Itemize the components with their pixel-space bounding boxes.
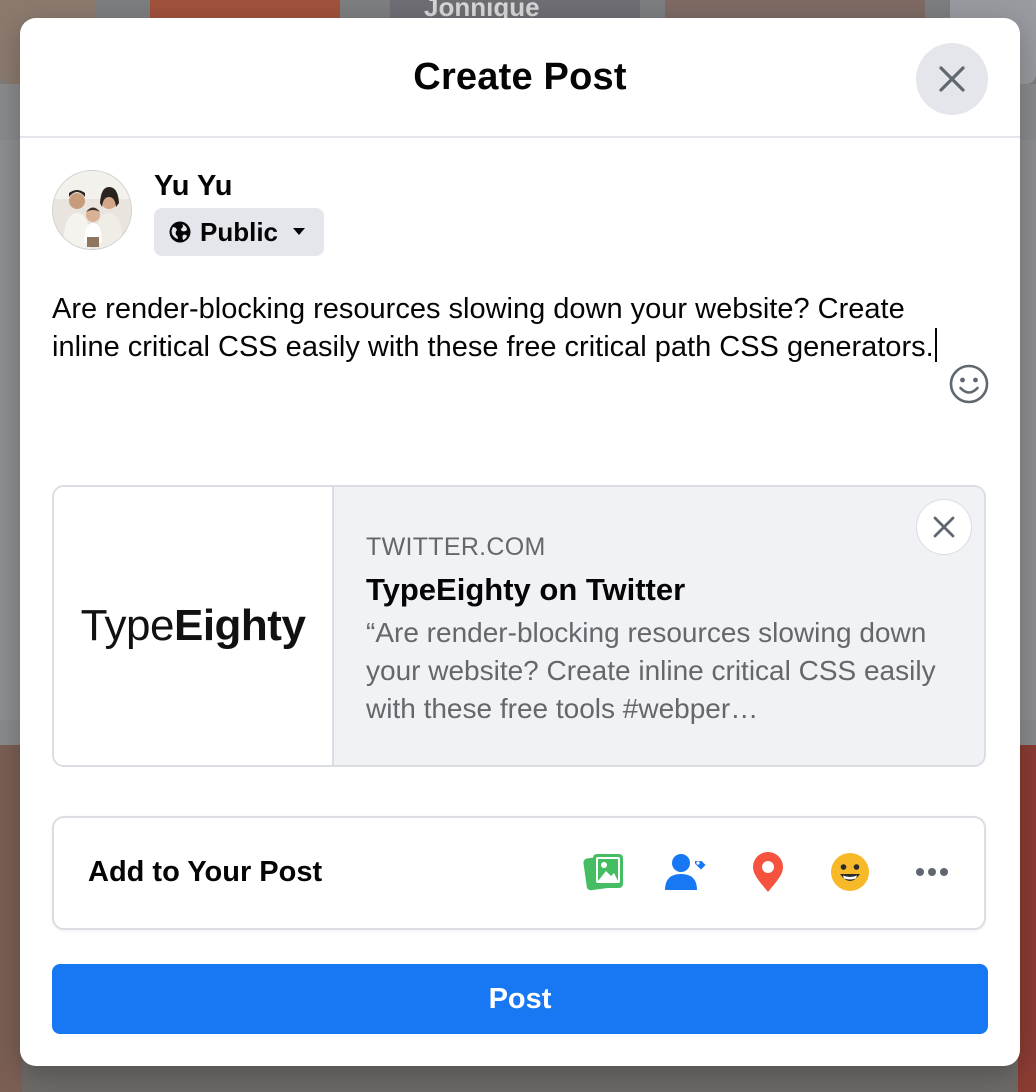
close-icon — [939, 66, 965, 92]
typeeighty-logo: TypeEighty — [81, 601, 306, 651]
link-preview-title: TypeEighty on Twitter — [366, 572, 686, 607]
author-name[interactable]: Yu Yu — [154, 170, 232, 203]
dialog-title: Create Post — [413, 56, 627, 98]
link-preview-description: “Are render-blocking resources slowing d… — [366, 617, 936, 724]
logo-text-light: Type — [80, 601, 175, 650]
text-cursor — [934, 328, 937, 362]
background-feed-right — [1018, 745, 1036, 1092]
audience-label: Public — [200, 216, 279, 247]
avatar[interactable] — [52, 170, 132, 250]
link-preview-body: TWITTER.COM TypeEighty on Twitter “Are r… — [334, 487, 984, 765]
avatar-photo — [53, 171, 131, 249]
check-in-icon — [753, 852, 783, 892]
remove-preview-button[interactable] — [916, 499, 972, 555]
close-icon — [933, 516, 955, 538]
add-to-post-bar: Add to Your Post — [52, 816, 986, 930]
feeling-icon — [831, 853, 869, 891]
emoji-picker-button[interactable] — [948, 363, 990, 405]
globe-icon — [169, 221, 191, 243]
link-preview-domain: TWITTER.COM — [366, 533, 546, 561]
create-post-dialog: Create Post Yu Yu Public Are render-bloc… — [20, 18, 1020, 1066]
smiley-icon — [949, 364, 989, 404]
background-right-column — [1018, 140, 1036, 720]
add-to-post-label: Add to Your Post — [88, 856, 323, 888]
add-to-post-icons — [582, 850, 954, 894]
post-button[interactable]: Post — [52, 964, 988, 1034]
link-preview-thumbnail: TypeEighty — [54, 487, 334, 765]
dialog-header: Create Post — [20, 18, 1020, 138]
tag-people-button[interactable] — [664, 850, 708, 894]
background-left-column — [0, 140, 22, 720]
tag-people-icon — [665, 854, 708, 890]
background-feed-left — [0, 745, 22, 1092]
caret-down-icon — [293, 228, 306, 235]
logo-text-bold: Eighty — [173, 601, 306, 650]
post-text-content: Are render-blocking resources slowing do… — [52, 293, 934, 363]
photo-video-button[interactable] — [582, 850, 626, 894]
close-button[interactable] — [916, 43, 988, 115]
more-icon — [916, 868, 948, 876]
post-text-input[interactable]: Are render-blocking resources slowing do… — [52, 290, 942, 366]
link-preview-card[interactable]: TypeEighty TWITTER.COM TypeEighty on Twi… — [52, 485, 986, 767]
photo-video-icon — [583, 854, 623, 891]
check-in-button[interactable] — [746, 850, 790, 894]
audience-selector-button[interactable]: Public — [154, 208, 325, 256]
feeling-activity-button[interactable] — [828, 850, 872, 894]
more-options-button[interactable] — [910, 850, 954, 894]
